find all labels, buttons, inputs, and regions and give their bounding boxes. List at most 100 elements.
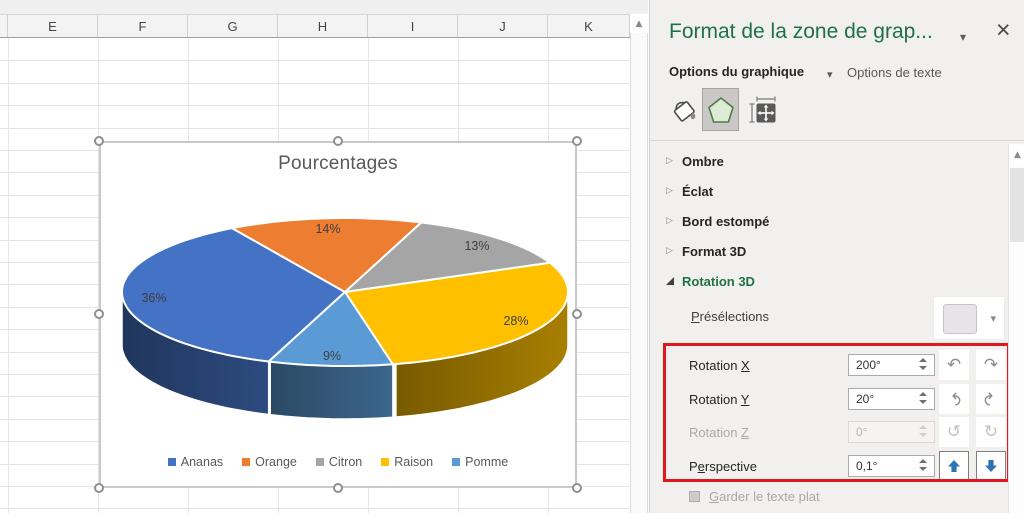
chart-object[interactable]: Pourcentages 36% 14% 13% 28% 9% Ananas Orange… [94,136,582,493]
expanded-triangle-icon [666,277,674,285]
fill-line-tab[interactable] [666,88,703,131]
spin-up-icon[interactable] [919,459,927,463]
tab-text-options[interactable]: Options de texte [847,65,942,80]
worksheet-grid[interactable]: EFGHIJK Pourcentages 36% 14% 13% 28% 9% Anan… [0,0,639,513]
perspective-down-button[interactable] [976,451,1006,481]
legend-item-pomme[interactable]: Pomme [452,455,508,469]
presets-dropdown[interactable]: ▾ [933,296,1005,340]
pane-scroll-up-icon[interactable]: ▲ [1010,146,1024,164]
pane-scrollbar[interactable]: ▲ [1008,144,1024,513]
column-header-K[interactable]: K [548,15,630,37]
column-header[interactable] [0,15,8,37]
keep-text-flat-checkbox[interactable] [689,491,700,502]
chevron-down-icon: ▾ [990,312,996,325]
selection-handle[interactable] [94,309,104,319]
legend-swatch [452,458,461,466]
effects-tab[interactable] [702,88,739,131]
size-properties-icon [749,96,776,123]
close-icon[interactable]: × [996,18,1011,43]
selection-handle[interactable] [572,136,582,146]
collapsed-triangle-icon: ▷ [666,156,673,166]
collapsed-triangle-icon: ▷ [666,186,673,196]
rotation-y-input[interactable]: 20° [848,388,935,410]
section-ombre[interactable]: ▷ Ombre [650,149,990,173]
pane-scroll-thumb[interactable] [1010,168,1024,242]
pie-side-pomme[interactable] [269,360,394,420]
yaw-right-button[interactable]: ↷ [976,350,1006,380]
legend-swatch [381,458,390,466]
selection-handle[interactable] [94,136,104,146]
column-header-J[interactable]: J [458,15,548,37]
scroll-up-icon[interactable]: ▲ [630,14,648,33]
rotation-z-label: Rotation Z [689,425,749,440]
column-header-I[interactable]: I [368,15,458,37]
column-header-E[interactable]: E [8,15,98,37]
perspective-spinner[interactable] [919,459,929,473]
rotation-x-input[interactable]: 200° [848,354,935,376]
pitch-up-button[interactable]: ↶ [939,384,969,414]
legend-item-ananas[interactable]: Ananas [167,455,223,469]
format-pane: Format de la zone de grap... ▾ × Options… [649,0,1024,513]
selection-handle[interactable] [333,483,343,493]
roll-left-icon: ↺ [946,422,962,442]
section-éclat[interactable]: ▷ Éclat [650,179,990,203]
chart-options-caret-icon[interactable]: ▾ [827,68,833,81]
rotation-z-spinner[interactable] [919,425,929,439]
selection-handle[interactable] [94,483,104,493]
pane-title: Format de la zone de grap... [669,20,933,43]
pitch-down-button[interactable]: ↷ [976,384,1006,414]
spin-down-icon[interactable] [919,433,927,437]
chart-legend[interactable]: Ananas Orange Citron Raison Pomme [99,453,577,471]
column-headers[interactable]: EFGHIJK [0,14,630,38]
spin-up-icon[interactable] [919,358,927,362]
section-bord-estompé[interactable]: ▷ Bord estompé [650,209,990,233]
data-label-orange[interactable]: 14% [315,222,340,236]
selection-handle[interactable] [572,309,582,319]
legend-label: Raison [394,455,434,469]
pane-title-caret-icon[interactable]: ▾ [960,30,966,44]
fill-icon [673,100,695,122]
worksheet-scrollbar-corner [630,0,648,14]
selection-handle[interactable] [572,483,582,493]
yaw-left-button[interactable]: ↶ [939,350,969,380]
perspective-down-icon [985,460,997,472]
spin-up-icon[interactable] [919,425,927,429]
section-rotation-3d[interactable]: Rotation 3D [650,269,990,293]
data-label-raison[interactable]: 28% [503,314,528,328]
rotation-x-value: 200° [856,358,881,372]
legend-item-raison[interactable]: Raison [381,455,433,469]
presets-label: Présélections [691,309,770,324]
column-header-G[interactable]: G [188,15,278,37]
selection-handle[interactable] [333,136,343,146]
size-properties-tab[interactable] [744,88,781,131]
column-header-H[interactable]: H [278,15,368,37]
data-label-ananas[interactable]: 36% [141,291,166,305]
data-label-pomme[interactable]: 9% [323,349,341,363]
pitch-down-icon: ↷ [981,391,1001,407]
rotation-x-label: Rotation X [689,358,750,373]
rotation-x-spinner[interactable] [919,358,929,372]
column-header-F[interactable]: F [98,15,188,37]
roll-right-icon: ↻ [983,422,999,442]
perspective-input[interactable]: 0,1° [848,455,935,477]
data-label-citron[interactable]: 13% [464,239,489,253]
yaw-right-icon: ↷ [983,355,999,375]
preset-thumbnail [943,304,977,334]
rotation-y-spinner[interactable] [919,392,929,406]
spin-down-icon[interactable] [919,400,927,404]
worksheet-top-strip [0,0,630,14]
keep-text-flat-label: Garder le texte plat [709,489,820,504]
pitch-up-icon: ↶ [944,391,964,407]
roll-right-button: ↻ [976,417,1006,447]
worksheet-scrollbar[interactable] [630,0,648,513]
section-format-3d[interactable]: ▷ Format 3D [650,239,990,263]
collapsed-triangle-icon: ▷ [666,216,673,226]
legend-item-citron[interactable]: Citron [315,455,362,469]
legend-item-orange[interactable]: Orange [242,455,297,469]
gridline [0,128,629,129]
spin-up-icon[interactable] [919,392,927,396]
spin-down-icon[interactable] [919,366,927,370]
tab-chart-options[interactable]: Options du graphique [669,64,804,79]
spin-down-icon[interactable] [919,467,927,471]
perspective-up-button[interactable] [939,451,969,481]
